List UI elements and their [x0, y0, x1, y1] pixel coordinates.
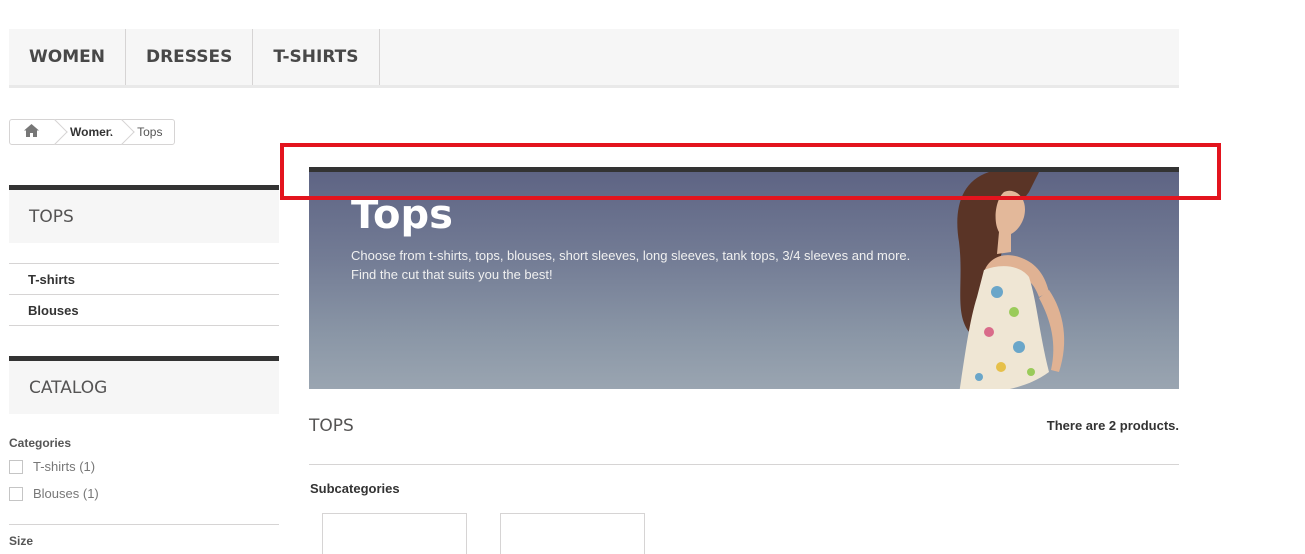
banner-model-image — [957, 172, 1065, 389]
sidebar-category-title: Tops — [9, 185, 279, 243]
banner-description-line: Choose from t-shirts, tops, blouses, sho… — [351, 248, 911, 263]
product-count: There are 2 products. — [1046, 418, 1179, 433]
breadcrumb-separator — [119, 120, 133, 144]
menu-item-dresses[interactable]: Dresses — [126, 29, 254, 85]
menu-item-label: Women — [29, 47, 105, 67]
sidebar-category-list: T-shirts Blouses — [9, 263, 279, 326]
banner-description-line: Find the cut that suits you the best! — [351, 267, 553, 282]
filter-option-label: T-shirts (1) — [33, 459, 96, 474]
sidebar-category-title-text: Tops — [29, 206, 74, 227]
menu-item-tshirts[interactable]: T-shirts — [253, 29, 380, 85]
category-heading: Tops — [309, 416, 354, 436]
menu-item-label: T-shirts — [273, 47, 359, 67]
sidebar-item-label: Blouses — [28, 302, 79, 318]
filter-checkbox[interactable] — [9, 486, 23, 501]
subcategory-card-tshirts[interactable] — [322, 513, 467, 554]
filter-option-tshirts[interactable]: T-shirts (1) — [9, 459, 95, 474]
filter-divider — [9, 524, 279, 525]
filter-size-label: Size — [9, 534, 34, 548]
sidebar-catalog-title-text: Catalog — [29, 377, 108, 398]
subcategory-card-blouses[interactable] — [500, 513, 645, 554]
sidebar-item-blouses[interactable]: Blouses — [9, 295, 279, 326]
filter-checkbox[interactable] — [9, 459, 23, 474]
sidebar-item-tshirts[interactable]: T-shirts — [9, 264, 279, 295]
home-icon — [23, 124, 39, 140]
top-menu: Women Dresses T-shirts — [9, 29, 1179, 88]
heading-divider — [309, 464, 1179, 465]
subcategories-heading: Subcategories — [310, 481, 400, 496]
category-banner: Tops Choose from t-shirts, tops, blouses… — [309, 167, 1179, 389]
filter-option-blouses[interactable]: Blouses (1) — [9, 486, 99, 501]
menu-item-women[interactable]: Women — [9, 29, 126, 85]
sidebar-item-label: T-shirts — [28, 271, 75, 287]
breadcrumb: Women Tops — [9, 119, 176, 145]
breadcrumb-current: Tops — [137, 125, 163, 139]
banner-description: Choose from t-shirts, tops, blouses, sho… — [351, 246, 931, 284]
sidebar-catalog-title: Catalog — [9, 356, 279, 414]
breadcrumb-separator — [52, 120, 66, 144]
filter-categories-label: Categories — [9, 436, 72, 450]
highlight-box — [280, 143, 1221, 200]
filter-option-label: Blouses (1) — [33, 486, 99, 501]
menu-item-label: Dresses — [145, 47, 233, 67]
